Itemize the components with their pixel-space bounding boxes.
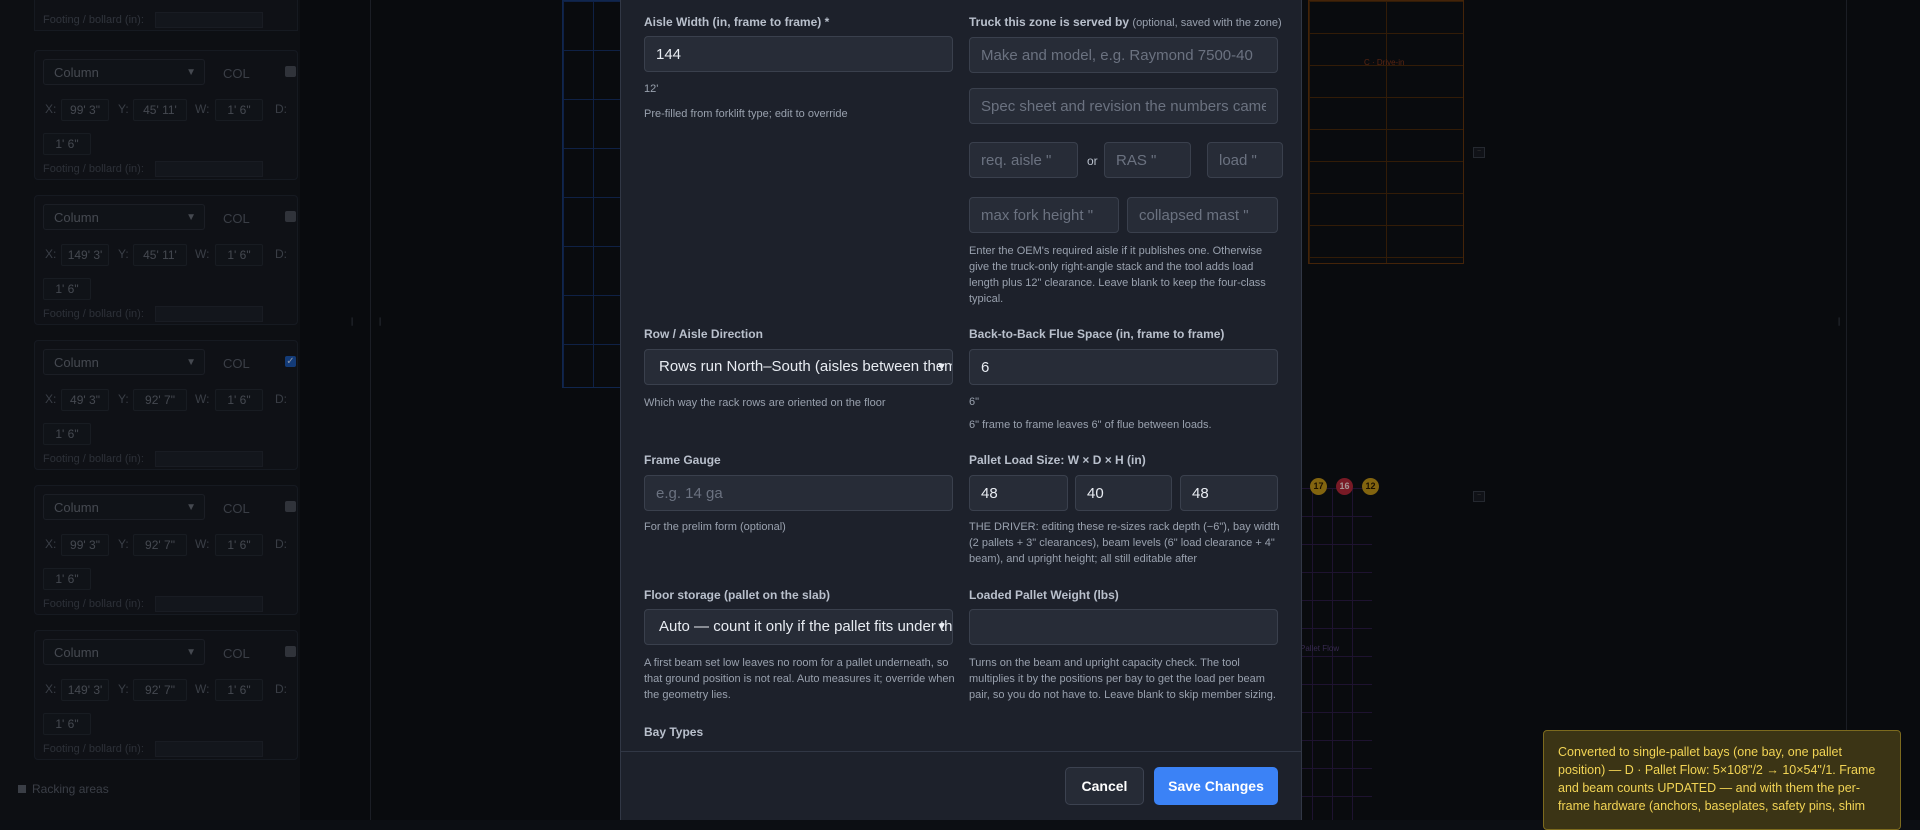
truck-spec-input[interactable] bbox=[969, 88, 1278, 124]
row-direction-select[interactable]: Rows run North–South (aisles between the… bbox=[644, 349, 953, 385]
max-fork-height-input[interactable] bbox=[969, 197, 1119, 233]
bay-types-label: Bay Types bbox=[644, 725, 704, 739]
aisle-width-help: Pre-filled from forklift type; edit to o… bbox=[644, 108, 848, 120]
pallet-weight-help: Turns on the beam and upright capacity c… bbox=[969, 657, 1276, 701]
frame-gauge-help: For the prelim form (optional) bbox=[644, 521, 786, 533]
notification-toast: Converted to single-pallet bays (one bay… bbox=[1543, 730, 1901, 830]
frame-gauge-label: Frame Gauge bbox=[644, 453, 721, 467]
cancel-button[interactable]: Cancel bbox=[1065, 767, 1144, 805]
flue-converted: 6" bbox=[969, 396, 980, 408]
aisle-width-label: Aisle Width (in, frame to frame) * bbox=[644, 15, 830, 29]
flue-help: 6" frame to frame leaves 6" of flue betw… bbox=[969, 419, 1212, 431]
row-direction-value: Rows run North–South (aisles between the… bbox=[659, 358, 952, 375]
chevron-down-icon: ▼ bbox=[936, 621, 947, 633]
pallet-weight-label: Loaded Pallet Weight (lbs) bbox=[969, 588, 1119, 602]
floor-storage-value: Auto — count it only if the pallet fits … bbox=[659, 618, 953, 635]
flue-label: Back-to-Back Flue Space (in, frame to fr… bbox=[969, 327, 1225, 341]
pallet-size-label: Pallet Load Size: W × D × H (in) bbox=[969, 453, 1146, 467]
load-input[interactable] bbox=[1207, 142, 1283, 178]
floor-storage-help: A first beam set low leaves no room for … bbox=[644, 657, 955, 701]
chevron-down-icon: ▼ bbox=[936, 361, 947, 373]
zone-settings-modal: Aisle Width (in, frame to frame) * 12' P… bbox=[620, 0, 1302, 820]
or-label: or bbox=[1087, 154, 1098, 168]
row-direction-help: Which way the rack rows are oriented on … bbox=[644, 397, 886, 409]
toast-text: Converted to single-pallet bays (one bay… bbox=[1558, 745, 1876, 813]
flue-input[interactable] bbox=[969, 349, 1278, 385]
pallet-size-help: THE DRIVER: editing these re-sizes rack … bbox=[969, 521, 1280, 565]
req-aisle-input[interactable] bbox=[969, 142, 1078, 178]
pallet-weight-input[interactable] bbox=[969, 609, 1278, 645]
truck-help: Enter the OEM's required aisle if it pub… bbox=[969, 245, 1266, 305]
truck-label-suffix: (optional, saved with the zone) bbox=[1132, 17, 1282, 29]
frame-gauge-input[interactable] bbox=[644, 475, 953, 511]
footer-divider bbox=[621, 751, 1301, 752]
pallet-height-input[interactable] bbox=[1180, 475, 1278, 511]
ras-input[interactable] bbox=[1104, 142, 1191, 178]
aisle-width-converted: 12' bbox=[644, 83, 659, 95]
floor-storage-label: Floor storage (pallet on the slab) bbox=[644, 588, 831, 602]
aisle-width-input[interactable] bbox=[644, 36, 953, 72]
floor-storage-select[interactable]: Auto — count it only if the pallet fits … bbox=[644, 609, 953, 645]
pallet-depth-input[interactable] bbox=[1075, 475, 1172, 511]
save-changes-button[interactable]: Save Changes bbox=[1154, 767, 1278, 805]
pallet-width-input[interactable] bbox=[969, 475, 1068, 511]
truck-make-input[interactable] bbox=[969, 37, 1278, 73]
collapsed-mast-input[interactable] bbox=[1127, 197, 1278, 233]
row-direction-label: Row / Aisle Direction bbox=[644, 327, 763, 341]
truck-label-text: Truck this zone is served by bbox=[969, 15, 1130, 29]
truck-label: Truck this zone is served by (optional, … bbox=[969, 15, 1282, 29]
